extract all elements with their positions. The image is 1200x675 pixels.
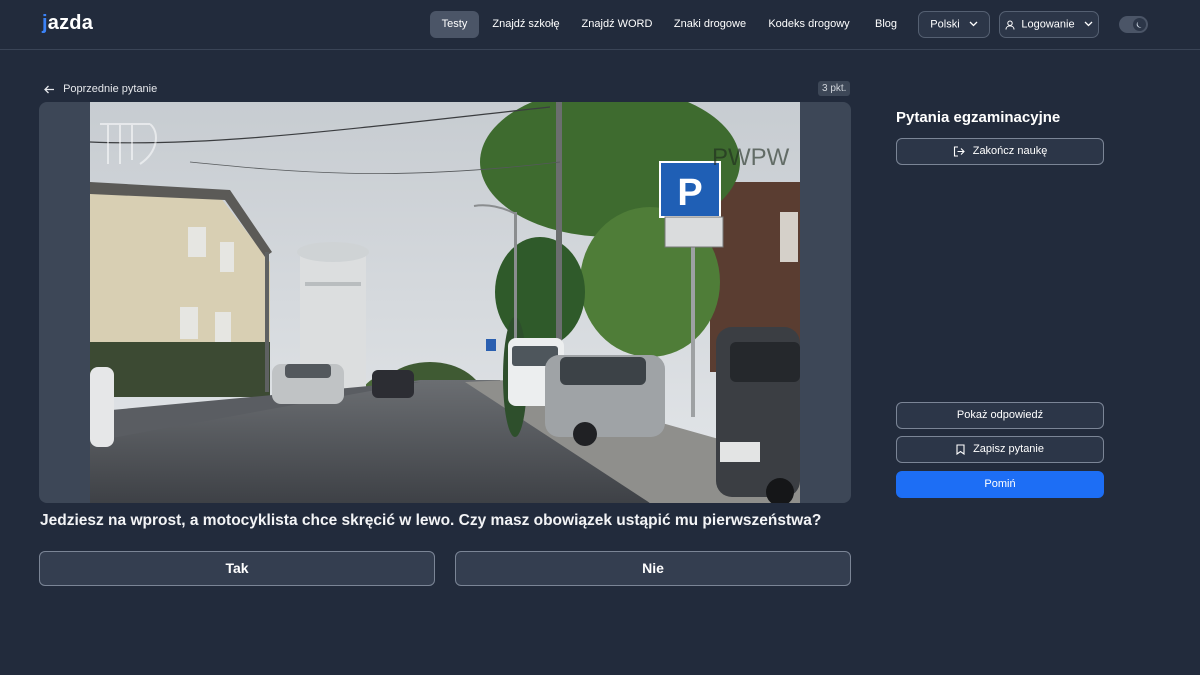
user-icon [1005,18,1021,30]
bookmark-icon [956,443,973,455]
language-label: Polski [930,18,960,31]
language-select[interactable]: Polski [918,11,990,38]
chevron-down-icon [969,12,978,37]
theme-toggle[interactable] [1119,16,1148,33]
top-navbar: jazda Testy Znajdź szkołę Znajdź WORD Zn… [0,0,1200,50]
nav-find-school[interactable]: Znajdź szkołę [489,11,563,38]
svg-text:P: P [677,172,702,214]
nav-road-signs[interactable]: Znaki drogowe [670,11,750,38]
login-dropdown[interactable]: Logowanie [999,11,1099,38]
nav-traffic-code[interactable]: Kodeks drogowy [765,11,853,38]
points-badge: 3 pkt. [818,81,851,96]
question-text: Jedziesz na wprost, a motocyklista chce … [40,512,822,529]
arrow-left-icon [44,83,63,95]
previous-question-link[interactable]: Poprzednie pytanie [44,81,157,97]
end-learning-label: Zakończ naukę [972,145,1048,157]
end-learning-button[interactable]: Zakończ naukę [896,138,1104,165]
sidebar-title: Pytania egzaminacyjne [896,109,1061,126]
logo-text: azda [47,12,94,34]
chevron-down-icon [1084,12,1093,37]
logout-icon [953,145,973,157]
skip-button[interactable]: Pomiń [896,471,1104,498]
answer-no-button[interactable]: Nie [455,551,851,586]
show-answer-button[interactable]: Pokaż odpowiedź [896,402,1104,429]
question-media: P PWPW [39,102,851,503]
login-label: Logowanie [1021,18,1075,31]
save-question-label: Zapisz pytanie [973,443,1044,455]
previous-question-label: Poprzednie pytanie [63,83,158,95]
logo[interactable]: jazda [42,12,93,35]
pwpw-watermark: PWPW [712,144,790,171]
answer-yes-button[interactable]: Tak [39,551,435,586]
nav-blog[interactable]: Blog [869,11,903,38]
road-scene-image: P PWPW [90,102,800,503]
nav-testy[interactable]: Testy [430,11,479,38]
save-question-button[interactable]: Zapisz pytanie [896,436,1104,463]
nav-find-word[interactable]: Znajdź WORD [578,11,656,38]
moon-icon [1133,18,1146,31]
